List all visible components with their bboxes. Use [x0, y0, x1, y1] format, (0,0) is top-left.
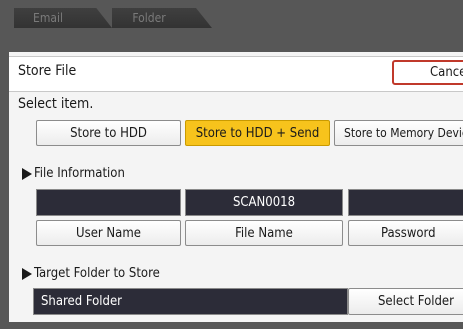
- password-button[interactable]: Password: [348, 220, 463, 246]
- select-item-prompt: Select item.: [18, 96, 94, 112]
- user-name-field: [36, 189, 181, 216]
- file-name-field: SCAN0018: [185, 189, 343, 216]
- store-to-memory-device-button[interactable]: Store to Memory Device: [334, 120, 463, 146]
- page-title: Store File: [18, 63, 77, 79]
- store-to-hdd-button[interactable]: Store to HDD: [36, 120, 181, 146]
- tab-email[interactable]: Email: [14, 8, 112, 28]
- select-folder-button[interactable]: Select Folder: [348, 288, 463, 315]
- target-folder-label: Target Folder to Store: [34, 266, 160, 281]
- frame-bottom: [0, 322, 463, 329]
- file-information-label: File Information: [34, 166, 125, 181]
- tab-folder-label: Folder: [132, 11, 166, 25]
- store-to-hdd-send-button[interactable]: Store to HDD + Send: [185, 120, 330, 146]
- user-name-button[interactable]: User Name: [36, 220, 181, 246]
- password-field: [348, 189, 463, 216]
- tab-email-label: Email: [33, 11, 63, 25]
- target-folder-heading: Target Folder to Store: [22, 266, 160, 281]
- file-information-heading: File Information: [22, 166, 125, 181]
- cancel-button[interactable]: Cancel: [392, 60, 463, 85]
- tab-folder[interactable]: Folder: [112, 8, 212, 28]
- file-name-button[interactable]: File Name: [185, 220, 343, 246]
- target-folder-field: Shared Folder: [33, 288, 348, 315]
- main-panel: [9, 52, 463, 322]
- frame-left: [0, 52, 9, 329]
